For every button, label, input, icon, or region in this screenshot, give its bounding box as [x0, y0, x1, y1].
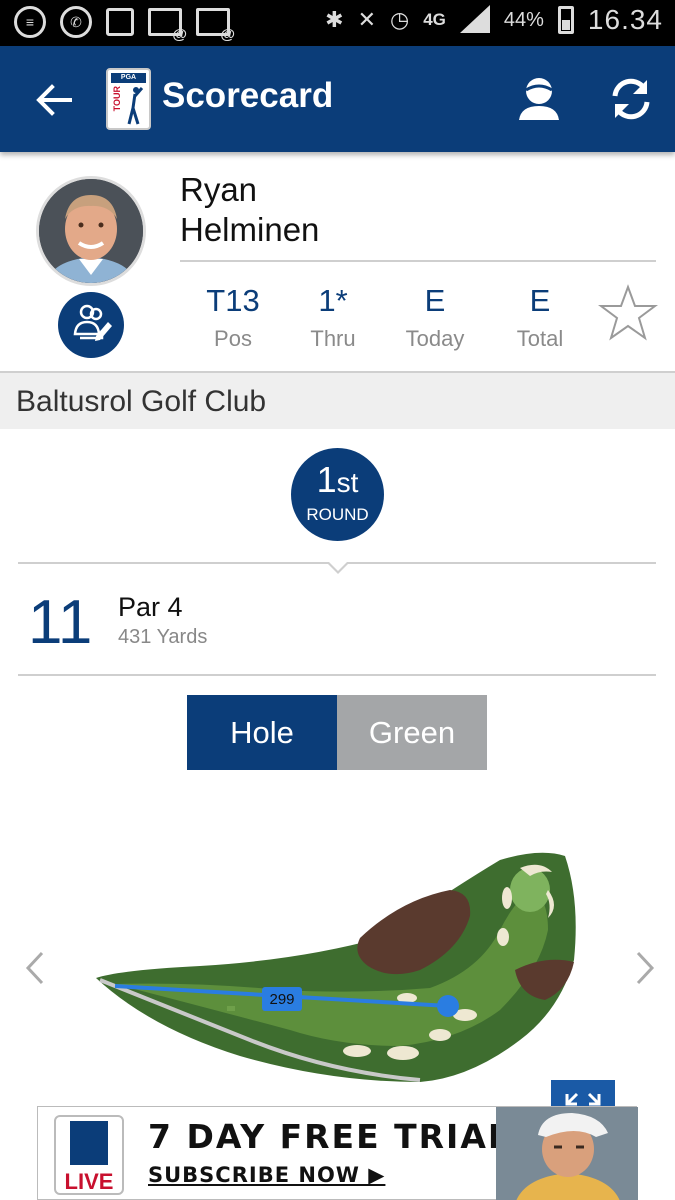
stat-position: T13 Pos	[183, 282, 283, 352]
stat-label: Today	[405, 326, 465, 351]
ad-photo	[496, 1107, 638, 1200]
hole-par: Par 4	[118, 592, 183, 622]
view-toggle: Hole Green	[187, 695, 488, 770]
player-avatar	[36, 176, 146, 286]
email-icon	[148, 8, 187, 43]
round-suffix: st	[336, 467, 359, 498]
next-hole-icon[interactable]	[630, 948, 660, 988]
bunker	[497, 928, 509, 946]
player-icon[interactable]	[515, 74, 563, 122]
pga-tour-logo: PGA TOUR	[106, 68, 151, 130]
mute-icon: ✕	[357, 7, 376, 32]
ad-headline: 7 DAY FREE TRIAL	[148, 1117, 511, 1156]
network-type: 4G	[423, 10, 446, 29]
hole-view-button[interactable]: Hole	[187, 695, 337, 770]
status-bar: ≡ ✆ ✱ ✕ ◷ 4G 44% 16.34	[0, 0, 675, 46]
round-selector[interactable]: 1st ROUND	[291, 448, 384, 541]
stat-label: Pos	[214, 326, 252, 351]
email-icon	[196, 8, 235, 43]
course-name: Baltusrol Golf Club	[16, 385, 267, 418]
battery-percent: 44%	[503, 8, 544, 31]
favorite-star-icon[interactable]	[598, 284, 658, 344]
scorecard-icon[interactable]	[58, 292, 124, 358]
player-name: Ryan Helminen	[180, 170, 319, 250]
bunker	[387, 1046, 419, 1060]
round-number-group: 1st	[291, 460, 384, 503]
divider	[180, 260, 656, 262]
player-last-name: Helminen	[180, 211, 320, 248]
back-arrow-icon[interactable]	[34, 80, 74, 120]
stat-value: T13	[206, 283, 260, 318]
player-first-name: Ryan	[180, 171, 258, 208]
bunker	[343, 1045, 371, 1057]
hole-yards: 431 Yards	[118, 626, 208, 648]
round-pointer	[327, 562, 349, 574]
subscribe-link[interactable]: SUBSCRIBE NOW ▶	[148, 1163, 385, 1187]
round-label: ROUND	[306, 505, 369, 524]
bunker	[429, 1029, 451, 1041]
ad-banner[interactable]: LIVE 7 DAY FREE TRIAL SUBSCRIBE NOW ▶	[37, 1106, 638, 1200]
gallery-icon	[106, 8, 134, 36]
tee-box	[227, 1006, 235, 1011]
battery-icon	[557, 6, 574, 34]
spotify-icon: ≡	[14, 6, 46, 38]
divider	[18, 674, 656, 676]
shot-distance: 299	[269, 991, 294, 1008]
hole-map[interactable]: 299	[0, 820, 675, 1110]
hole-number: 11	[28, 588, 93, 657]
stat-label: Total	[516, 326, 564, 351]
pga-tour-live-logo: LIVE	[54, 1115, 124, 1195]
whatsapp-icon: ✆	[60, 6, 92, 38]
previous-hole-icon[interactable]	[20, 948, 50, 988]
bluetooth-icon: ✱	[325, 7, 344, 32]
bunker	[502, 887, 512, 909]
page-title: Scorecard	[162, 76, 334, 115]
clock: 16.34	[587, 4, 663, 35]
course-bar: Baltusrol Golf Club	[0, 373, 675, 429]
stat-value: E	[529, 283, 551, 318]
alarm-icon: ◷	[390, 7, 410, 32]
stat-total: E Total	[490, 282, 590, 352]
signal-icon	[459, 5, 490, 35]
stat-label: Thru	[310, 326, 356, 351]
round-number: 1	[316, 459, 337, 500]
stat-value: E	[424, 283, 446, 318]
ball-position	[437, 995, 459, 1017]
ad-logo-label: LIVE	[64, 1169, 114, 1194]
app-bar: PGA TOUR Scorecard	[0, 46, 675, 152]
stat-today: E Today	[385, 282, 485, 352]
stat-thru: 1* Thru	[283, 282, 383, 352]
stat-value: 1*	[318, 283, 348, 318]
refresh-icon[interactable]	[606, 74, 656, 124]
green-view-button[interactable]: Green	[337, 695, 487, 770]
